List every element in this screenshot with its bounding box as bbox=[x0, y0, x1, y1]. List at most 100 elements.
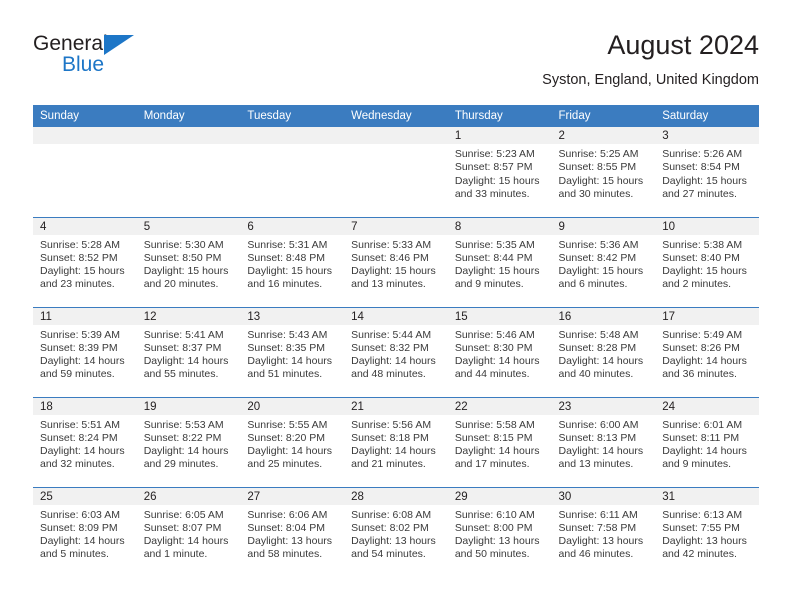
sunset-text: Sunset: 8:20 PM bbox=[247, 431, 326, 444]
daylight-text-line2: and 25 minutes. bbox=[247, 458, 323, 471]
location-subtitle: Syston, England, United Kingdom bbox=[542, 72, 759, 88]
day-details: Sunrise: 6:13 AM Sunset: 7:55 PM Daylight:… bbox=[655, 505, 759, 562]
calendar-day-cell[interactable]: 31 Sunrise: 6:13 AM Sunset: 7:55 PM Dayligh… bbox=[655, 486, 759, 577]
day-details: Sunrise: 5:28 AM Sunset: 8:52 PM Daylight:… bbox=[33, 235, 137, 292]
weekday-header-thursday: Thursday bbox=[447, 105, 552, 127]
day-cell-content: 17 Sunrise: 5:49 AM Sunset: 8:26 PM Dayligh… bbox=[655, 307, 759, 397]
day-number: 16 bbox=[551, 307, 656, 325]
sunset-text: Sunset: 8:02 PM bbox=[351, 521, 429, 534]
calendar-day-cell[interactable]: 18 Sunrise: 5:51 AM Sunset: 8:24 PM Dayligh… bbox=[33, 396, 137, 487]
day-details: Sunrise: 5:58 AM Sunset: 8:15 PM Daylight:… bbox=[448, 415, 552, 472]
calendar-day-cell[interactable]: 2 Sunrise: 5:25 AM Sunset: 8:55 PM Daylight… bbox=[551, 127, 656, 217]
day-number: 18 bbox=[33, 397, 137, 415]
day-number: 4 bbox=[33, 217, 137, 235]
daylight-text-line2: and 29 minutes. bbox=[143, 458, 219, 471]
day-number: 5 bbox=[136, 217, 241, 235]
day-details: Sunrise: 5:23 AM Sunset: 8:57 PM Daylight:… bbox=[448, 144, 552, 201]
day-number: 10 bbox=[655, 217, 759, 235]
calendar-day-cell[interactable]: 9 Sunrise: 5:36 AM Sunset: 8:42 PM Daylight… bbox=[551, 216, 656, 307]
calendar-day-cell[interactable]: 23 Sunrise: 6:00 AM Sunset: 8:13 PM Dayligh… bbox=[551, 396, 656, 487]
daylight-text-line1: Daylight: 14 hours bbox=[143, 535, 229, 548]
calendar-day-cell[interactable]: 8 Sunrise: 5:35 AM Sunset: 8:44 PM Daylight… bbox=[447, 216, 552, 307]
sunset-text: Sunset: 8:07 PM bbox=[143, 521, 222, 534]
calendar-day-cell[interactable]: 24 Sunrise: 6:01 AM Sunset: 8:11 PM Dayligh… bbox=[655, 396, 759, 487]
daylight-text-line2: and 44 minutes. bbox=[454, 368, 530, 381]
calendar-week-row: 4 Sunrise: 5:28 AM Sunset: 8:52 PM Daylight… bbox=[33, 216, 759, 307]
day-number: 22 bbox=[447, 397, 552, 415]
daylight-text-line2: and 55 minutes. bbox=[143, 368, 219, 381]
sunrise-text: Sunrise: 6:06 AM bbox=[247, 508, 328, 521]
day-number: 7 bbox=[344, 217, 448, 235]
calendar-day-cell[interactable]: 17 Sunrise: 5:49 AM Sunset: 8:26 PM Dayligh… bbox=[655, 306, 759, 397]
general-blue-logo[interactable]: General Blue bbox=[33, 32, 233, 88]
calendar-body: 1 Sunrise: 5:23 AM Sunset: 8:57 PM Daylight… bbox=[33, 127, 759, 577]
daylight-text-line1: Daylight: 14 hours bbox=[40, 445, 125, 458]
calendar-day-cell[interactable]: 20 Sunrise: 5:55 AM Sunset: 8:20 PM Dayligh… bbox=[240, 396, 345, 487]
weekday-header-wednesday: Wednesday bbox=[344, 105, 448, 127]
calendar-day-cell[interactable]: 19 Sunrise: 5:53 AM Sunset: 8:22 PM Dayligh… bbox=[136, 396, 241, 487]
calendar-day-cell[interactable]: 10 Sunrise: 5:38 AM Sunset: 8:40 PM Dayligh… bbox=[655, 216, 759, 307]
calendar-day-cell[interactable]: 28 Sunrise: 6:08 AM Sunset: 8:02 PM Dayligh… bbox=[344, 486, 448, 577]
calendar-day-cell[interactable]: 3 Sunrise: 5:26 AM Sunset: 8:54 PM Daylight… bbox=[655, 127, 759, 217]
day-details: Sunrise: 5:38 AM Sunset: 8:40 PM Daylight:… bbox=[655, 235, 759, 292]
day-number: 26 bbox=[136, 487, 241, 505]
sunset-text: Sunset: 8:22 PM bbox=[143, 431, 222, 444]
calendar-day-cell[interactable]: 14 Sunrise: 5:44 AM Sunset: 8:32 PM Dayligh… bbox=[344, 306, 448, 397]
sunrise-text: Sunrise: 5:30 AM bbox=[143, 238, 224, 251]
calendar-day-cell[interactable]: 21 Sunrise: 5:56 AM Sunset: 8:18 PM Dayligh… bbox=[344, 396, 448, 487]
day-cell-content: 5 Sunrise: 5:30 AM Sunset: 8:50 PM Daylight… bbox=[136, 217, 241, 307]
sunset-text: Sunset: 8:52 PM bbox=[40, 251, 118, 264]
calendar-day-cell[interactable]: 22 Sunrise: 5:58 AM Sunset: 8:15 PM Dayligh… bbox=[447, 396, 552, 487]
sunrise-text: Sunrise: 6:05 AM bbox=[143, 508, 224, 521]
calendar-day-cell[interactable]: 29 Sunrise: 6:10 AM Sunset: 8:00 PM Dayligh… bbox=[447, 486, 552, 577]
daylight-text-line1: Daylight: 13 hours bbox=[662, 535, 747, 548]
day-number: 30 bbox=[551, 487, 656, 505]
sunset-text: Sunset: 8:09 PM bbox=[40, 521, 118, 534]
sunset-text: Sunset: 8:44 PM bbox=[454, 251, 533, 264]
calendar-day-cell[interactable]: 26 Sunrise: 6:05 AM Sunset: 8:07 PM Dayligh… bbox=[136, 486, 241, 577]
day-number: 20 bbox=[240, 397, 345, 415]
daylight-text-line1: Daylight: 14 hours bbox=[143, 355, 229, 368]
calendar-day-cell[interactable]: 7 Sunrise: 5:33 AM Sunset: 8:46 PM Daylight… bbox=[344, 216, 448, 307]
calendar-week-row: 11 Sunrise: 5:39 AM Sunset: 8:39 PM Dayligh… bbox=[33, 306, 759, 397]
calendar-day-cell[interactable]: 6 Sunrise: 5:31 AM Sunset: 8:48 PM Daylight… bbox=[240, 216, 345, 307]
weekday-header-monday: Monday bbox=[136, 105, 241, 127]
day-number: 6 bbox=[240, 217, 345, 235]
calendar-day-cell[interactable]: 16 Sunrise: 5:48 AM Sunset: 8:28 PM Dayligh… bbox=[551, 306, 656, 397]
day-details: Sunrise: 6:08 AM Sunset: 8:02 PM Daylight:… bbox=[344, 505, 448, 562]
day-cell-content: 20 Sunrise: 5:55 AM Sunset: 8:20 PM Dayligh… bbox=[240, 397, 345, 487]
calendar-day-cell[interactable]: 25 Sunrise: 6:03 AM Sunset: 8:09 PM Dayligh… bbox=[33, 486, 137, 577]
day-details: Sunrise: 5:43 AM Sunset: 8:35 PM Daylight:… bbox=[240, 325, 344, 382]
daylight-text-line2: and 13 minutes. bbox=[558, 458, 634, 471]
sunrise-text: Sunrise: 5:58 AM bbox=[454, 418, 535, 431]
calendar-day-cell[interactable]: 13 Sunrise: 5:43 AM Sunset: 8:35 PM Dayligh… bbox=[240, 306, 345, 397]
calendar-day-cell[interactable]: 5 Sunrise: 5:30 AM Sunset: 8:50 PM Daylight… bbox=[136, 216, 241, 307]
daylight-text-line2: and 46 minutes. bbox=[558, 548, 634, 561]
sunrise-text: Sunrise: 5:41 AM bbox=[143, 328, 224, 341]
daylight-text-line2: and 27 minutes. bbox=[662, 187, 737, 200]
calendar-day-cell[interactable]: 11 Sunrise: 5:39 AM Sunset: 8:39 PM Dayligh… bbox=[33, 306, 137, 397]
daylight-text-line1: Daylight: 14 hours bbox=[143, 445, 229, 458]
daylight-text-line2: and 17 minutes. bbox=[454, 458, 530, 471]
calendar-day-cell[interactable]: 12 Sunrise: 5:41 AM Sunset: 8:37 PM Dayligh… bbox=[136, 306, 241, 397]
sunset-text: Sunset: 8:18 PM bbox=[351, 431, 429, 444]
day-cell-content: 12 Sunrise: 5:41 AM Sunset: 8:37 PM Dayligh… bbox=[136, 307, 241, 397]
day-number: 23 bbox=[551, 397, 656, 415]
day-cell-content bbox=[240, 127, 345, 217]
sunset-text: Sunset: 8:35 PM bbox=[247, 341, 326, 354]
logo-triangle-icon bbox=[104, 35, 134, 55]
sunrise-text: Sunrise: 5:25 AM bbox=[558, 148, 639, 160]
calendar-day-cell[interactable]: 15 Sunrise: 5:46 AM Sunset: 8:30 PM Dayligh… bbox=[447, 306, 552, 397]
sunrise-text: Sunrise: 5:48 AM bbox=[558, 328, 639, 341]
calendar-day-cell-empty bbox=[240, 127, 345, 217]
day-details: Sunrise: 5:48 AM Sunset: 8:28 PM Daylight:… bbox=[552, 325, 656, 382]
calendar-day-cell[interactable]: 4 Sunrise: 5:28 AM Sunset: 8:52 PM Daylight… bbox=[33, 216, 137, 307]
calendar-day-cell[interactable]: 1 Sunrise: 5:23 AM Sunset: 8:57 PM Daylight… bbox=[447, 127, 552, 217]
sunrise-text: Sunrise: 5:38 AM bbox=[662, 238, 743, 251]
day-cell-content: 8 Sunrise: 5:35 AM Sunset: 8:44 PM Daylight… bbox=[447, 217, 552, 307]
day-cell-content: 13 Sunrise: 5:43 AM Sunset: 8:35 PM Dayligh… bbox=[240, 307, 345, 397]
calendar-day-cell[interactable]: 27 Sunrise: 6:06 AM Sunset: 8:04 PM Dayligh… bbox=[240, 486, 345, 577]
daylight-text-line1: Daylight: 15 hours bbox=[454, 174, 540, 187]
sunrise-text: Sunrise: 6:01 AM bbox=[662, 418, 743, 431]
calendar-day-cell[interactable]: 30 Sunrise: 6:11 AM Sunset: 7:58 PM Dayligh… bbox=[551, 486, 656, 577]
